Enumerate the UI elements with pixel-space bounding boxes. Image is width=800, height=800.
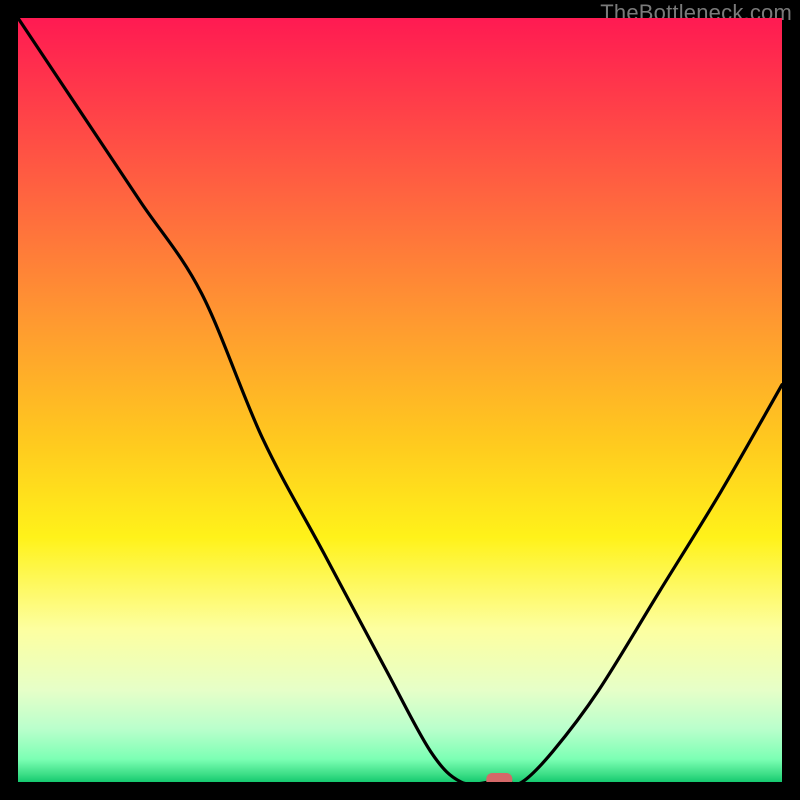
curve-svg	[18, 18, 782, 782]
bottleneck-curve	[18, 18, 782, 782]
chart-container: TheBottleneck.com	[0, 0, 800, 800]
optimum-marker	[486, 773, 512, 782]
plot-area	[18, 18, 782, 782]
